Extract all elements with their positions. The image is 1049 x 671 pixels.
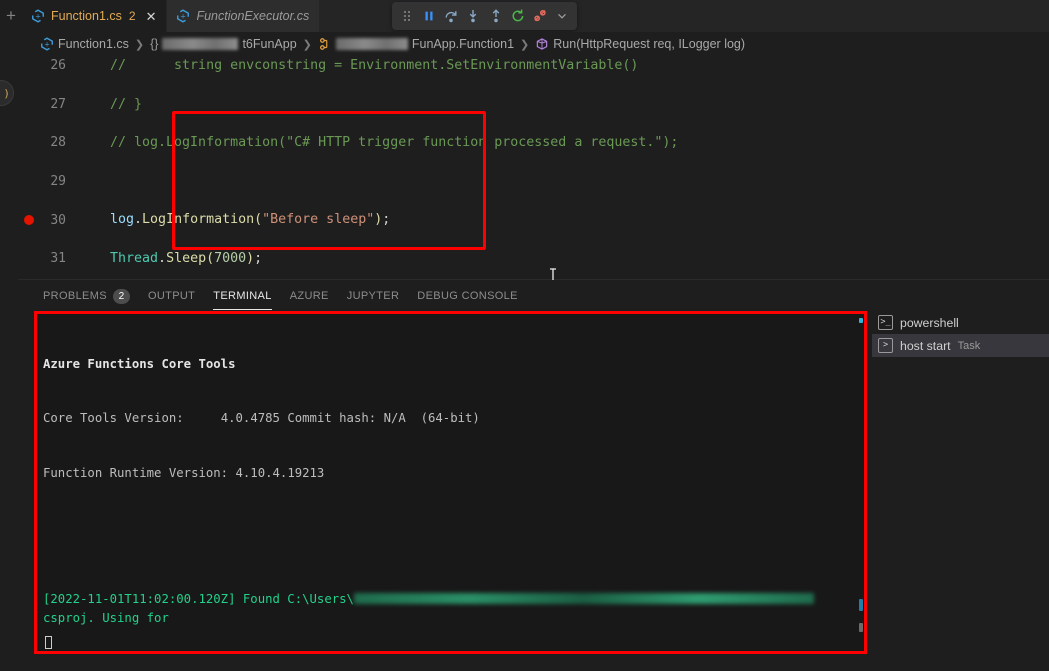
editor-divider (18, 279, 1049, 280)
line-content: Thread.Sleep(7000); (110, 250, 263, 266)
new-file-icon[interactable]: + (0, 0, 22, 32)
step-into-icon[interactable] (463, 5, 483, 27)
vscode-window: + + Function1.cs 2 ✕ + FunctionExecutor.… (0, 0, 1049, 671)
terminal-ruler-mark (859, 623, 863, 632)
tab-output[interactable]: OUTPUT (139, 281, 204, 311)
breadcrumb-namespace[interactable]: {} t6FunApp (150, 37, 297, 51)
line-content: // string envconstring = Environment.Set… (110, 58, 639, 73)
terminal-prompt-icon: >_ (878, 315, 893, 330)
svg-text:+: + (44, 41, 50, 49)
code-line-27[interactable]: 27 // } (0, 95, 1049, 114)
terminal-found-csproj: [2022-11-01T11:02:00.120Z] Found C:\User… (43, 592, 822, 625)
namespace-icon: {} (150, 37, 159, 51)
terminal-runtime-version: Function Runtime Version: 4.10.4.19213 (43, 465, 325, 480)
breadcrumb: + Function1.cs ❯ {} t6FunApp ❯ FunApp.Fu… (0, 32, 1049, 56)
terminal-caret (45, 636, 52, 649)
debug-toolbar[interactable] (392, 2, 577, 30)
terminal-instance-list: >_ powershell > host start Task (872, 311, 1049, 363)
terminal-ruler-mark (859, 599, 863, 611)
tab-label: PROBLEMS (43, 290, 107, 302)
tab-label: Function1.cs (51, 9, 122, 23)
close-icon[interactable]: ✕ (146, 10, 157, 23)
tab-terminal[interactable]: TERMINAL (204, 281, 280, 311)
redacted-class (335, 38, 408, 50)
tab-jupyter[interactable]: JUPYTER (338, 281, 409, 311)
terminal-annotation-box: Azure Functions Core Tools Core Tools Ve… (34, 311, 867, 654)
pause-icon[interactable] (419, 5, 439, 27)
csharp-icon: + (32, 9, 44, 23)
line-number: 31 (50, 251, 66, 267)
tab-azure[interactable]: AZURE (281, 281, 338, 311)
step-over-icon[interactable] (441, 5, 461, 27)
disconnect-icon[interactable] (530, 5, 550, 27)
tab-debug-console[interactable]: DEBUG CONSOLE (408, 281, 527, 311)
terminal-list-label: powershell (900, 315, 959, 330)
line-number: 26 (50, 58, 66, 74)
line-number: 28 (50, 135, 66, 151)
code-line-29[interactable]: 29 (0, 172, 1049, 191)
code-line-28[interactable]: 28 // log.LogInformation("C# HTTP trigge… (0, 133, 1049, 152)
terminal-list-item-host-start[interactable]: > host start Task (872, 334, 1049, 357)
csharp-icon: + (41, 37, 53, 51)
tab-label: TERMINAL (213, 290, 272, 302)
breadcrumb-file[interactable]: + Function1.cs (40, 37, 129, 51)
breadcrumb-file-label: Function1.cs (58, 37, 129, 51)
method-icon (537, 38, 548, 50)
redacted-path (353, 593, 814, 605)
code-editor[interactable]: ) 26 // string envconstring = Environmen… (0, 56, 1049, 280)
line-content: // log.LogInformation("C# HTTP trigger f… (110, 135, 679, 151)
svg-text:+: + (35, 13, 41, 21)
breadcrumb-class[interactable]: FunApp.Function1 (318, 37, 514, 51)
code-line-31[interactable]: 31 Thread.Sleep(7000); (0, 249, 1049, 268)
terminal-output[interactable]: Azure Functions Core Tools Core Tools Ve… (37, 314, 864, 651)
window-bottom-strip (0, 660, 1049, 671)
line-number: 29 (50, 173, 66, 189)
terminal-title: Azure Functions Core Tools (43, 357, 236, 372)
code-lines: 26 // string envconstring = Environment.… (0, 56, 1049, 280)
line-content: log.LogInformation("Before sleep"); (110, 212, 391, 228)
line-number: 30 (50, 212, 66, 228)
breadcrumb-method[interactable]: Run(HttpRequest req, ILogger log) (535, 37, 745, 51)
problems-badge: 2 (112, 288, 130, 304)
code-line-30[interactable]: 30 log.LogInformation("Before sleep"); (0, 210, 1049, 229)
tab-label: DEBUG CONSOLE (417, 290, 518, 302)
restart-icon[interactable] (508, 5, 528, 27)
step-out-icon[interactable] (486, 5, 506, 27)
redacted-namespace (162, 38, 239, 50)
code-line-26[interactable]: 26 // string envconstring = Environment.… (0, 56, 1049, 75)
tab-label: FunctionExecutor.cs (196, 9, 310, 23)
chevron-right-icon: ❯ (520, 38, 530, 51)
tab-problems[interactable]: PROBLEMS 2 (34, 281, 139, 311)
line-number: 27 (50, 96, 66, 112)
line-content: // } (110, 96, 143, 112)
chevron-right-icon: ❯ (134, 38, 145, 51)
drag-handle-icon[interactable] (397, 5, 417, 27)
terminal-core-tools-version: Core Tools Version: 4.0.4785 Commit hash… (43, 411, 480, 426)
terminal-list-suffix: Task (957, 339, 981, 352)
breadcrumb-class-label: FunApp.Function1 (411, 37, 515, 51)
tab-label: OUTPUT (147, 290, 196, 302)
tab-label: AZURE (289, 290, 329, 302)
chevron-down-icon[interactable] (552, 5, 572, 27)
terminal-ruler-mark (859, 318, 863, 323)
breadcrumb-method-label: Run(HttpRequest req, ILogger log) (553, 37, 746, 51)
panel-tab-bar: PROBLEMS 2 OUTPUT TERMINAL AZURE JUPYTER… (0, 281, 1049, 311)
terminal-list-item-powershell[interactable]: >_ powershell (872, 311, 1049, 334)
terminal-list-label: host start (900, 338, 951, 353)
tab-label: JUPYTER (346, 290, 400, 302)
terminal-task-icon: > (878, 338, 893, 353)
breadcrumb-namespace-label: t6FunApp (242, 37, 297, 51)
csharp-icon: + (177, 9, 190, 23)
tab-functionexecutor-cs[interactable]: + FunctionExecutor.cs (167, 0, 321, 32)
svg-text:+: + (181, 13, 187, 21)
tab-badge: 2 (128, 9, 136, 23)
chevron-right-icon: ❯ (302, 38, 312, 51)
tab-function1-cs[interactable]: + Function1.cs 2 ✕ (22, 0, 168, 32)
class-icon (319, 38, 328, 50)
